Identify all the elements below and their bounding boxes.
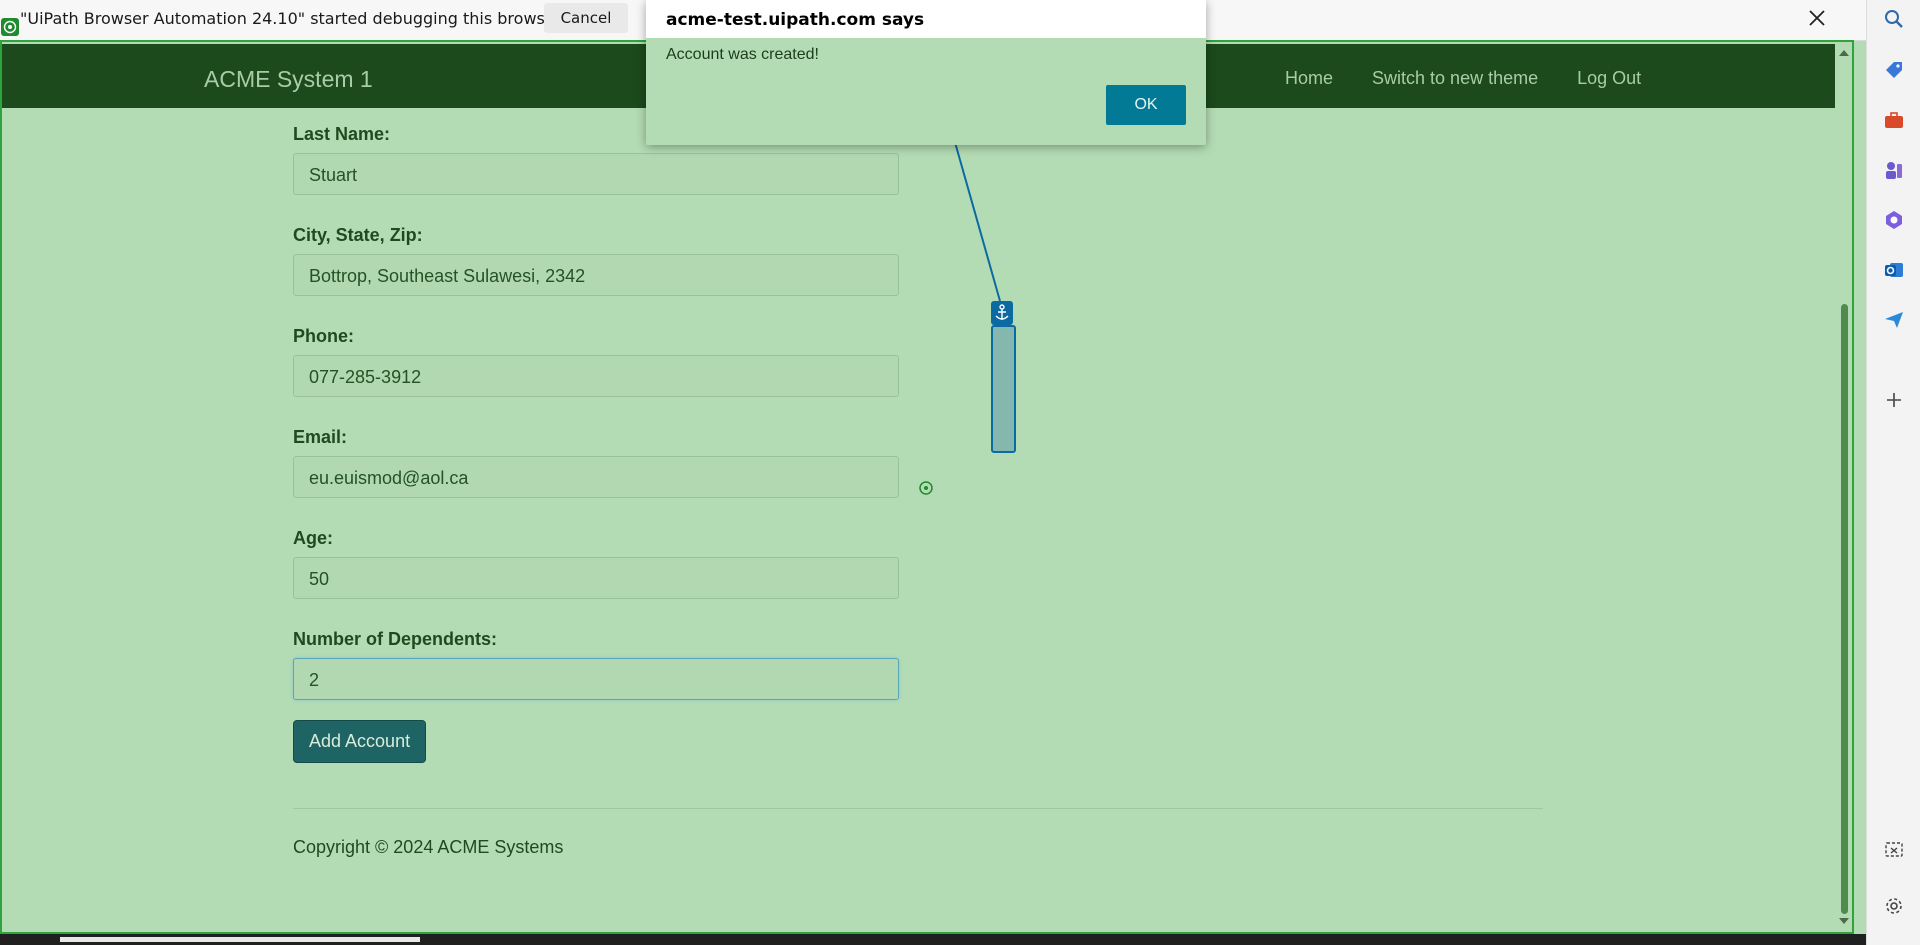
target-crosshair-icon (918, 480, 934, 501)
taskbar-active-item[interactable] (60, 937, 420, 942)
nav-logout-link[interactable]: Log Out (1577, 68, 1641, 88)
dependents-input[interactable]: 2 (293, 658, 899, 700)
anchor-target-box (991, 325, 1016, 453)
cancel-debug-button[interactable]: Cancel (544, 3, 628, 33)
add-account-button[interactable]: Add Account (293, 720, 427, 763)
email-label: Email: (293, 427, 348, 447)
anchor-icon (991, 301, 1013, 325)
settings-icon[interactable] (1884, 896, 1904, 916)
alert-message: Account was created! (666, 46, 819, 63)
city-state-zip-input[interactable]: Bottrop, Southeast Sulawesi, 2342 (293, 254, 899, 296)
dependents-label: Number of Dependents: (293, 629, 498, 649)
games-icon[interactable] (1884, 160, 1904, 180)
city-state-zip-label: City, State, Zip: (293, 225, 423, 245)
uipath-debug-icon (1, 18, 19, 36)
debug-message: "UiPath Browser Automation 24.10" starte… (20, 9, 562, 28)
screenshot-icon[interactable] (1884, 840, 1904, 860)
email-input[interactable]: eu.euismod@aol.ca (293, 456, 899, 498)
nav-switch-theme-link[interactable]: Switch to new theme (1372, 68, 1538, 88)
alert-ok-button[interactable]: OK (1106, 85, 1186, 125)
send-icon[interactable] (1884, 310, 1904, 330)
footer-copyright: Copyright © 2024 ACME Systems (293, 837, 564, 857)
brand-title[interactable]: ACME System 1 (204, 66, 373, 93)
copilot-icon[interactable] (1884, 210, 1904, 230)
age-label: Age: (293, 528, 333, 548)
nav-home-link[interactable]: Home (1285, 68, 1333, 88)
taskbar-strip (0, 934, 1866, 945)
search-icon[interactable] (1884, 9, 1904, 29)
alert-dialog: acme-test.uipath.com says Account was cr… (646, 0, 1206, 145)
alert-title: acme-test.uipath.com says (646, 0, 1206, 38)
toolbox-icon[interactable] (1884, 110, 1904, 130)
outlook-icon[interactable] (1884, 260, 1904, 280)
account-form: Last Name: Stuart City, State, Zip: Bott… (293, 124, 899, 763)
phone-input[interactable]: 077-285-3912 (293, 355, 899, 397)
nav-links: Home Switch to new theme Log Out (1285, 68, 1675, 89)
last-name-input[interactable]: Stuart (293, 153, 899, 195)
tag-icon[interactable] (1884, 60, 1904, 80)
scrollbar-thumb[interactable] (1841, 304, 1848, 914)
phone-label: Phone: (293, 326, 354, 346)
age-input[interactable]: 50 (293, 557, 899, 599)
close-infobar-icon[interactable] (1805, 6, 1829, 34)
footer-divider (293, 808, 1543, 809)
add-icon[interactable] (1884, 390, 1904, 410)
edge-sidebar (1866, 0, 1920, 945)
